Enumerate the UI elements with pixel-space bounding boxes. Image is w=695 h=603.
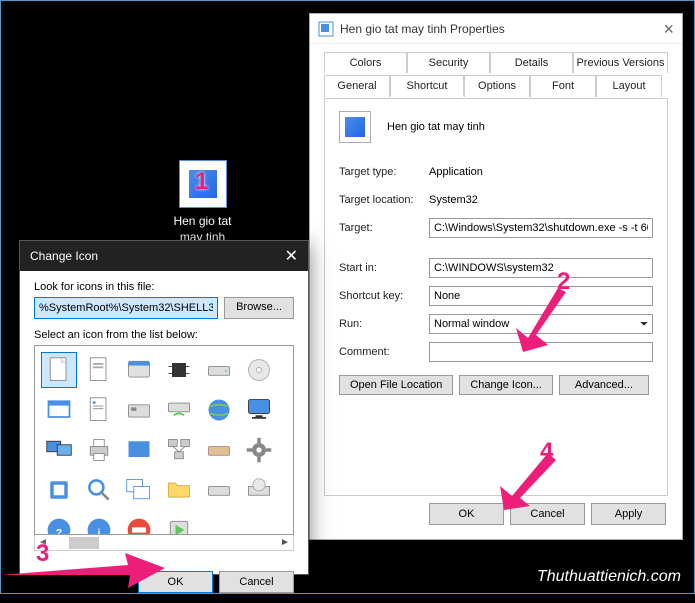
grid-icon-drive4[interactable] bbox=[201, 472, 237, 508]
target-label: Target: bbox=[339, 222, 429, 234]
svg-text:?: ? bbox=[56, 527, 62, 535]
tab-layout[interactable]: Layout bbox=[596, 75, 662, 97]
grid-icon-program[interactable] bbox=[41, 472, 77, 508]
properties-title: Hen gio tat may tinh Properties bbox=[340, 22, 634, 36]
grid-icon-network[interactable] bbox=[161, 432, 197, 468]
tabs-row-1: Colors Security Details Previous Version… bbox=[324, 52, 668, 73]
comment-label: Comment: bbox=[339, 346, 429, 358]
grid-icon-drive[interactable] bbox=[201, 352, 237, 388]
target-input[interactable] bbox=[429, 218, 653, 238]
select-icon-label: Select an icon from the list below: bbox=[34, 329, 294, 341]
tab-general[interactable]: General bbox=[324, 75, 390, 97]
close-icon[interactable]: ✕ bbox=[268, 246, 298, 266]
tab-details[interactable]: Details bbox=[490, 52, 573, 73]
grid-icon-monitor[interactable] bbox=[241, 392, 277, 428]
advanced-button[interactable]: Advanced... bbox=[559, 375, 649, 395]
grid-icon-cdrom[interactable] bbox=[241, 472, 277, 508]
shortcut-name: Hen gio tat may tinh bbox=[387, 121, 485, 133]
grid-icon-windows[interactable] bbox=[121, 472, 157, 508]
browse-button[interactable]: Browse... bbox=[224, 297, 294, 319]
change-icon-dialog: Change Icon ✕ Look for icons in this fil… bbox=[19, 240, 309, 575]
arrow-3 bbox=[0, 550, 170, 590]
grid-icon-printer[interactable] bbox=[81, 432, 117, 468]
grid-icon-cd[interactable] bbox=[241, 352, 277, 388]
shortcutkey-label: Shortcut key: bbox=[339, 290, 429, 302]
icon-grid-scrollbar[interactable]: ◄ ► bbox=[34, 535, 294, 551]
ci-cancel-button[interactable]: Cancel bbox=[219, 571, 294, 593]
tab-font[interactable]: Font bbox=[530, 75, 596, 97]
close-icon[interactable]: × bbox=[634, 21, 674, 37]
shortcut-large-icon bbox=[339, 111, 371, 143]
tab-previous-versions[interactable]: Previous Versions bbox=[573, 52, 668, 73]
grid-icon-stop[interactable] bbox=[121, 512, 157, 535]
tab-options[interactable]: Options bbox=[464, 75, 530, 97]
shortcut-tab-content: Hen gio tat may tinh Target type: Applic… bbox=[324, 98, 668, 496]
grid-icon-info[interactable]: i bbox=[81, 512, 117, 535]
grid-icon-application[interactable] bbox=[121, 352, 157, 388]
grid-icon-window2[interactable] bbox=[121, 432, 157, 468]
grid-icon-document2[interactable] bbox=[81, 352, 117, 388]
grid-icon-document[interactable] bbox=[41, 352, 77, 388]
grid-icon-globe[interactable] bbox=[201, 392, 237, 428]
run-label: Run: bbox=[339, 318, 429, 330]
grid-icon-drive2[interactable] bbox=[121, 392, 157, 428]
change-icon-title: Change Icon bbox=[30, 249, 268, 263]
grid-icon-window[interactable] bbox=[41, 392, 77, 428]
tab-security[interactable]: Security bbox=[407, 52, 490, 73]
grid-icon-search[interactable] bbox=[81, 472, 117, 508]
grid-icon-help[interactable]: ? bbox=[41, 512, 77, 535]
scroll-thumb[interactable] bbox=[69, 537, 99, 549]
tab-colors[interactable]: Colors bbox=[324, 52, 407, 73]
icon-path-input[interactable] bbox=[34, 297, 218, 319]
watermark: Thuthuattienich.com bbox=[537, 568, 681, 586]
target-type-value: Application bbox=[429, 166, 653, 178]
icon-grid[interactable]: ? i bbox=[34, 345, 294, 535]
grid-icon-monitors[interactable] bbox=[41, 432, 77, 468]
grid-icon-textfile[interactable] bbox=[81, 392, 117, 428]
window-icon bbox=[318, 21, 334, 37]
target-location-label: Target location: bbox=[339, 194, 429, 206]
target-location-value: System32 bbox=[429, 194, 653, 206]
annotation-1: 1 bbox=[195, 168, 208, 196]
target-type-label: Target type: bbox=[339, 166, 429, 178]
arrow-2 bbox=[508, 280, 568, 360]
startin-label: Start in: bbox=[339, 262, 429, 274]
tabs-row-2: General Shortcut Options Font Layout bbox=[324, 75, 668, 97]
grid-icon-gear[interactable] bbox=[241, 432, 277, 468]
tab-shortcut[interactable]: Shortcut bbox=[390, 75, 464, 97]
change-icon-button[interactable]: Change Icon... bbox=[459, 375, 553, 395]
grid-icon-drive3[interactable] bbox=[201, 432, 237, 468]
grid-icon-netdrive[interactable] bbox=[161, 392, 197, 428]
grid-icon-folder[interactable] bbox=[161, 472, 197, 508]
properties-titlebar[interactable]: Hen gio tat may tinh Properties × bbox=[310, 14, 682, 44]
grid-icon-chip[interactable] bbox=[161, 352, 197, 388]
look-for-label: Look for icons in this file: bbox=[34, 281, 294, 293]
props-apply-button[interactable]: Apply bbox=[591, 503, 666, 525]
arrow-4 bbox=[490, 448, 560, 513]
grid-icon-run[interactable] bbox=[161, 512, 197, 535]
open-file-location-button[interactable]: Open File Location bbox=[339, 375, 453, 395]
change-icon-titlebar[interactable]: Change Icon ✕ bbox=[20, 241, 308, 271]
startin-input[interactable] bbox=[429, 258, 653, 278]
svg-text:i: i bbox=[98, 527, 101, 535]
scroll-right-icon[interactable]: ► bbox=[277, 537, 293, 548]
